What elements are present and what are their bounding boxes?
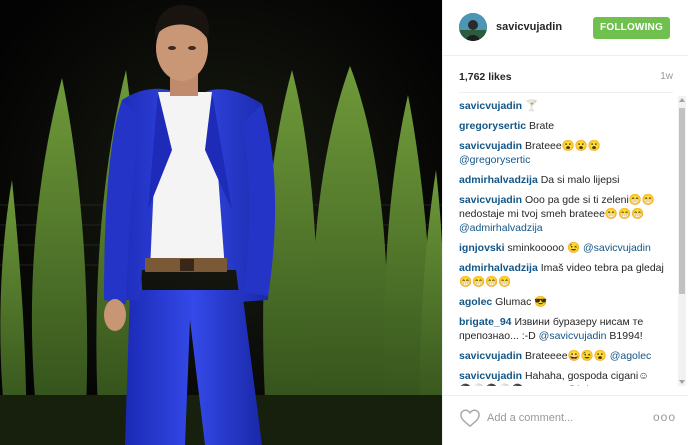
comment-text: Brateeee😀😉😮 [522, 350, 610, 362]
post-time[interactable]: 1w [660, 71, 673, 82]
comment-mention[interactable]: @admirhalvadzija [459, 222, 543, 234]
comment-text: 🍸 [522, 100, 539, 112]
comment-item: admirhalvadzija Imaš video tebra pa gled… [459, 261, 667, 289]
comment-text: Brateee😮😮😮 [522, 140, 601, 152]
comment-item: savicvujadin 🍸 [459, 99, 667, 113]
post-footer: ooo [443, 395, 688, 445]
comment-username[interactable]: savicvujadin [459, 140, 522, 152]
comment-item: brigate_94 Извини буразеру нисам те преп… [459, 315, 667, 343]
comments-scrollbar[interactable] [678, 96, 686, 386]
comment-item: savicvujadin Hahaha, gospoda cigani☺ ⚫⚪⚫… [459, 369, 667, 386]
photo-image [0, 0, 442, 445]
comment-username[interactable]: admirhalvadzija [459, 174, 538, 186]
heart-outline-icon[interactable] [459, 408, 481, 428]
more-options-icon[interactable]: ooo [653, 409, 675, 425]
comment-item: savicvujadin Brateeee😀😉😮 @agolec [459, 349, 667, 363]
post-sidebar: savicvujadin FOLLOWING 1,762 likes 1w sa… [442, 0, 688, 445]
comment-username[interactable]: savicvujadin [459, 100, 522, 112]
comment-mention[interactable]: @agolec [610, 350, 652, 362]
comment-mention[interactable]: @gregorysertic [459, 154, 530, 166]
post-author-username[interactable]: savicvujadin [496, 21, 562, 33]
scroll-thumb[interactable] [679, 108, 685, 294]
avatar-image [459, 13, 487, 41]
scroll-down-arrow[interactable] [679, 380, 685, 384]
comment-username[interactable]: savicvujadin [459, 350, 522, 362]
comment-text: Brate [526, 120, 555, 132]
comment-text: Da si malo lijepsi [537, 174, 620, 186]
comment-username[interactable]: agolec [459, 296, 492, 308]
comment-item: ignjovski sminkooooo 😉 @savicvujadin [459, 241, 667, 255]
comment-mention[interactable]: @savicvujadin [583, 242, 651, 254]
comment-mention[interactable]: @brigate_94 [566, 384, 626, 386]
comment-username[interactable]: gregorysertic [459, 120, 526, 132]
comment-item: gregorysertic Brate [459, 119, 667, 133]
comment-username[interactable]: ignjovski [459, 242, 505, 254]
scroll-up-arrow[interactable] [679, 98, 685, 102]
comments-list: savicvujadin 🍸 gregorysertic Brate savicvu… [459, 96, 667, 386]
comment-mention[interactable]: @savicvujadin [539, 330, 607, 342]
post-header: savicvujadin FOLLOWING [443, 0, 688, 56]
comment-item: savicvujadin Brateee😮😮😮 @gregorysertic [459, 139, 667, 167]
comment-text: Glumac 😎 [492, 296, 548, 308]
comment-username[interactable]: admirhalvadzija [459, 262, 538, 274]
comment-item: savicvujadin Ooo pa gde si ti zeleni😁😁 n… [459, 193, 667, 235]
divider [459, 92, 673, 93]
add-comment-input[interactable] [487, 408, 637, 428]
comment-item: admirhalvadzija Da si malo lijepsi [459, 173, 667, 187]
comment-username[interactable]: savicvujadin [459, 194, 522, 206]
comment-text: B1994! [606, 330, 643, 342]
post-photo[interactable] [0, 0, 442, 445]
comment-username[interactable]: brigate_94 [459, 316, 512, 328]
comment-username[interactable]: savicvujadin [459, 370, 522, 382]
likes-row: 1,762 likes 1w [459, 71, 673, 85]
user-avatar[interactable] [459, 13, 487, 41]
comment-item: agolec Glumac 😎 [459, 295, 667, 309]
likes-count[interactable]: 1,762 likes [459, 71, 512, 83]
comment-text: sminkooooo 😉 [504, 242, 583, 254]
following-button[interactable]: FOLLOWING [593, 17, 670, 39]
